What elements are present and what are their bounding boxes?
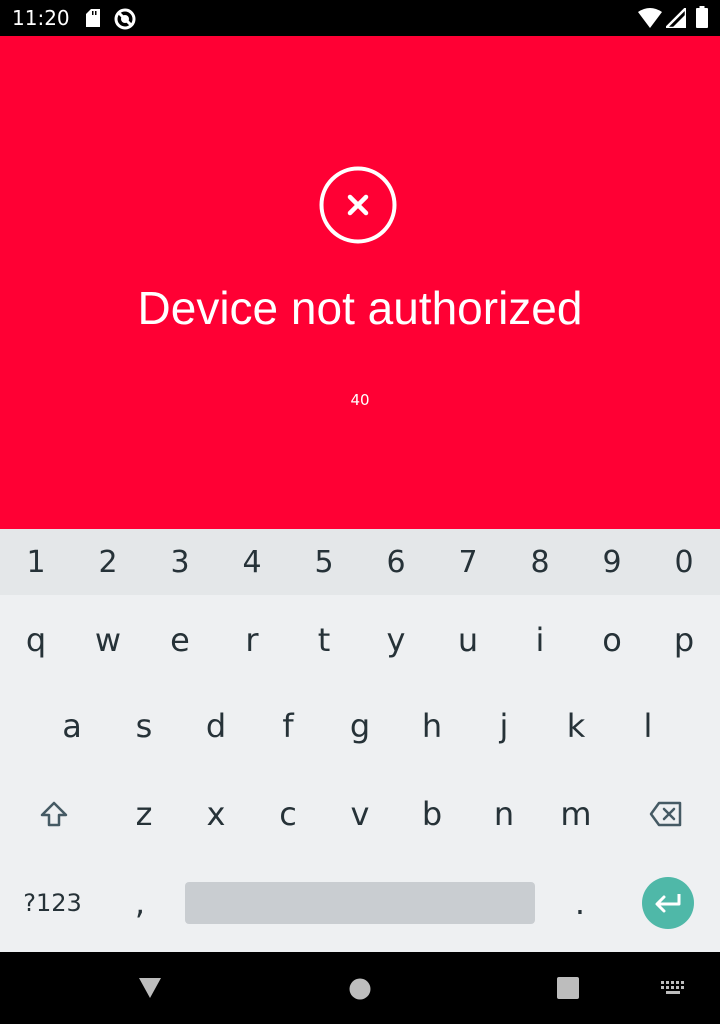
key-v[interactable]: v [324, 771, 396, 857]
key-f[interactable]: f [252, 683, 324, 769]
recents-icon[interactable] [557, 977, 579, 999]
sd-card-icon [86, 9, 100, 27]
battery-icon [696, 6, 708, 28]
error-circle-x-icon [319, 166, 397, 244]
symbols-key[interactable]: ?123 [0, 859, 105, 947]
wifi-icon [638, 8, 662, 28]
backspace-key[interactable] [612, 771, 720, 857]
key-8[interactable]: 8 [504, 529, 576, 595]
key-1[interactable]: 1 [0, 529, 72, 595]
key-m[interactable]: m [540, 771, 612, 857]
key-k[interactable]: k [540, 683, 612, 769]
key-g[interactable]: g [324, 683, 396, 769]
key-j[interactable]: j [468, 683, 540, 769]
key-d[interactable]: d [180, 683, 252, 769]
key-b[interactable]: b [396, 771, 468, 857]
keyboard-switch-icon[interactable] [660, 980, 686, 998]
key-x[interactable]: x [180, 771, 252, 857]
soft-keyboard: 1 2 3 4 5 6 7 8 9 0 q w e r t y u i o p … [0, 529, 720, 952]
key-4[interactable]: 4 [216, 529, 288, 595]
shift-key[interactable] [0, 771, 108, 857]
key-y[interactable]: y [360, 597, 432, 683]
cell-signal-icon [666, 8, 686, 28]
key-2[interactable]: 2 [72, 529, 144, 595]
enter-key[interactable] [615, 859, 720, 947]
navigation-bar [0, 952, 720, 1024]
keyboard-number-row: 1 2 3 4 5 6 7 8 9 0 [0, 529, 720, 595]
keyboard-row-qwerty: q w e r t y u i o p [0, 597, 720, 683]
key-r[interactable]: r [216, 597, 288, 683]
key-c[interactable]: c [252, 771, 324, 857]
back-icon[interactable] [138, 976, 162, 1000]
key-p[interactable]: p [648, 597, 720, 683]
key-period[interactable]: . [545, 859, 615, 947]
key-u[interactable]: u [432, 597, 504, 683]
status-time: 11:20 [12, 6, 70, 30]
device-screen: 11:20 Device not authorized 40 1 2 3 4 5… [0, 0, 720, 1024]
home-icon[interactable] [349, 978, 371, 1000]
backspace-icon [649, 801, 682, 827]
status-bar: 11:20 [0, 0, 720, 36]
alert-code: 40 [350, 391, 370, 409]
space-key[interactable] [175, 859, 545, 947]
key-h[interactable]: h [396, 683, 468, 769]
space-bar [185, 882, 535, 924]
key-7[interactable]: 7 [432, 529, 504, 595]
key-t[interactable]: t [288, 597, 360, 683]
key-0[interactable]: 0 [648, 529, 720, 595]
key-q[interactable]: q [0, 597, 72, 683]
key-3[interactable]: 3 [144, 529, 216, 595]
key-i[interactable]: i [504, 597, 576, 683]
key-a[interactable]: a [36, 683, 108, 769]
enter-button [641, 877, 694, 929]
key-s[interactable]: s [108, 683, 180, 769]
key-comma[interactable]: , [105, 859, 175, 947]
shift-arrow-icon [40, 801, 68, 827]
do-not-disturb-icon [114, 8, 136, 30]
keyboard-row-asdf: a s d f g h j k l [0, 683, 720, 769]
enter-arrow-icon [655, 894, 680, 913]
key-n[interactable]: n [468, 771, 540, 857]
key-e[interactable]: e [144, 597, 216, 683]
key-6[interactable]: 6 [360, 529, 432, 595]
key-5[interactable]: 5 [288, 529, 360, 595]
key-o[interactable]: o [576, 597, 648, 683]
alert-title: Device not authorized [137, 282, 583, 334]
key-w[interactable]: w [72, 597, 144, 683]
key-z[interactable]: z [108, 771, 180, 857]
keyboard-row-zxcv: z x c v b n m [0, 771, 720, 857]
key-l[interactable]: l [612, 683, 684, 769]
key-9[interactable]: 9 [576, 529, 648, 595]
keyboard-row-bottom: ?123 , . [0, 859, 720, 947]
alert-panel: Device not authorized 40 [0, 36, 720, 529]
